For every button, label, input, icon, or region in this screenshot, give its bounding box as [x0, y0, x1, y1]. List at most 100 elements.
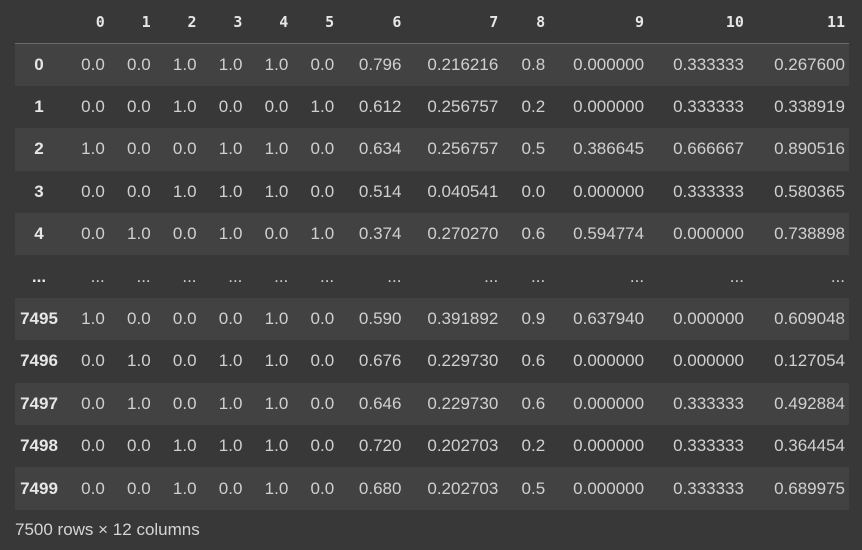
table-cell: 0.612 [358, 97, 402, 117]
table-cell: 1.0 [127, 393, 151, 413]
table-cell: 0.0 [218, 478, 243, 498]
table-cell: 0.0 [81, 478, 105, 498]
table-cell: 0.0 [81, 393, 105, 413]
table-cell: 0.202703 [427, 436, 499, 456]
row-index: 7499 [20, 478, 58, 498]
column-header: 10 [648, 1, 748, 44]
table-cell: 0.2 [521, 97, 546, 117]
table-cell: 0.000000 [573, 436, 645, 456]
table-cell: ... [90, 266, 105, 286]
table-row: 1 0.0 0.0 1.0 0.0 0.0 1.0 0.612 0.256757 0.2 0.000… [15, 85, 849, 129]
table-cell: 0.634 [358, 139, 402, 159]
table-cell: 0.000000 [573, 393, 645, 413]
table-cell: 1.0 [264, 139, 289, 159]
table-cell: ... [729, 266, 744, 286]
table-cell: 1.0 [172, 54, 197, 74]
table-cell: 0.738898 [774, 224, 845, 244]
table-cell: ... [136, 266, 151, 286]
table-body: 0 0.0 0.0 1.0 1.0 1.0 0.0 0.796 0.216216 0.8 0.000… [15, 43, 849, 510]
table-cell: 0.000000 [673, 351, 744, 371]
table-cell: 1.0 [310, 97, 335, 117]
table-cell: 0.0 [81, 97, 105, 117]
table-cell: 0.202703 [427, 478, 499, 498]
table-cell: 1.0 [264, 181, 289, 201]
table-cell: 1.0 [127, 351, 151, 371]
table-cell: 0.0 [310, 351, 335, 371]
row-index: 7498 [20, 436, 58, 456]
column-header: 11 [747, 1, 849, 44]
table-cell: 0.0 [310, 393, 335, 413]
table-cell: 0.676 [358, 351, 402, 371]
table-row: 7497 0.0 1.0 0.0 1.0 1.0 0.0 0.646 0.229730 0.6 0.… [15, 382, 849, 426]
table-cell: 0.127054 [774, 351, 845, 371]
row-index: ... [31, 266, 47, 286]
table-cell: 0.0 [310, 139, 335, 159]
table-cell: 0.594774 [573, 224, 645, 244]
table-cell: 0.609048 [774, 309, 845, 329]
table-cell: 0.374 [358, 224, 402, 244]
table-cell: 1.0 [264, 351, 289, 371]
table-cell: 0.0 [310, 478, 335, 498]
table-cell: 0.0 [172, 351, 197, 371]
table-cell: 0.267600 [774, 54, 845, 74]
table-cell: 0.9 [521, 309, 546, 329]
row-index: 7497 [20, 393, 58, 413]
table-cell: 0.0 [127, 181, 151, 201]
table-cell: 0.689975 [774, 478, 845, 498]
table-cell: 0.8 [521, 54, 546, 74]
table-cell: 1.0 [218, 181, 243, 201]
table-cell: ... [274, 266, 289, 286]
table-cell: 0.0 [127, 478, 151, 498]
table-row: 3 0.0 0.0 1.0 1.0 1.0 0.0 0.514 0.040541 0.0 0.000… [15, 170, 849, 214]
table-cell: 0.720 [358, 436, 402, 456]
table-cell: 0.333333 [673, 54, 744, 74]
table-cell: 0.0 [172, 224, 197, 244]
column-header: 4 [246, 1, 293, 44]
table-cell: 0.0 [521, 181, 546, 201]
table-cell: 0.0 [127, 97, 151, 117]
column-header: 8 [502, 1, 550, 44]
table-cell: 0.0 [218, 309, 243, 329]
table-cell: 0.0 [81, 181, 105, 201]
table-cell: 1.0 [127, 224, 151, 244]
dataframe-table: 0 1 2 3 4 5 6 7 8 9 10 11 0 0.0 0.0 1.0 1.0 1.0 0.0 0.796 0… [15, 1, 849, 510]
table-cell: 0.666667 [673, 139, 744, 159]
table-cell: 1.0 [264, 436, 289, 456]
table-cell: 0.333333 [673, 97, 744, 117]
table-cell: 0.0 [310, 436, 335, 456]
table-cell: 0.0 [81, 436, 105, 456]
table-cell: 0.514 [358, 181, 402, 201]
table-cell: 0.0 [264, 224, 289, 244]
table-cell: 0.0 [218, 97, 243, 117]
table-cell: 0.637940 [573, 309, 645, 329]
table-cell: 0.391892 [427, 309, 499, 329]
table-cell: 0.590 [358, 309, 402, 329]
row-index: 3 [34, 181, 44, 201]
table-row: 4 0.0 1.0 0.0 1.0 0.0 1.0 0.374 0.270270 0.6 0.594… [15, 213, 849, 256]
column-header: 9 [549, 1, 649, 44]
table-cell: 0.229730 [427, 351, 499, 371]
table-cell: 0.256757 [427, 97, 499, 117]
table-cell: 1.0 [218, 54, 243, 74]
table-cell: 1.0 [264, 54, 289, 74]
table-cell: 0.000000 [573, 351, 645, 371]
table-cell: 0.0 [172, 309, 197, 329]
column-header: 2 [154, 1, 201, 44]
table-row: 7498 0.0 0.0 1.0 1.0 1.0 0.0 0.720 0.202703 0.2 0.… [15, 425, 849, 468]
table-cell: 0.333333 [673, 393, 744, 413]
row-index: 7496 [20, 351, 58, 371]
table-cell: 0.270270 [427, 224, 499, 244]
table-cell: 0.796 [358, 54, 402, 74]
column-header: 7 [405, 1, 503, 44]
table-cell: 0.492884 [774, 393, 845, 413]
table-cell: 0.000000 [673, 224, 744, 244]
table-cell: 0.5 [521, 139, 546, 159]
table-cell: 0.333333 [673, 478, 744, 498]
table-cell: 1.0 [172, 97, 197, 117]
table-cell: 0.0 [127, 309, 151, 329]
dataframe-output: 0 1 2 3 4 5 6 7 8 9 10 11 0 0.0 0.0 1.0 1.0 1.0 0.0 0.796 0… [0, 0, 862, 550]
table-cell: ... [629, 266, 645, 286]
table-cell: 0.0 [172, 393, 197, 413]
table-cell: ... [319, 266, 335, 286]
table-cell: 0.0 [81, 224, 105, 244]
